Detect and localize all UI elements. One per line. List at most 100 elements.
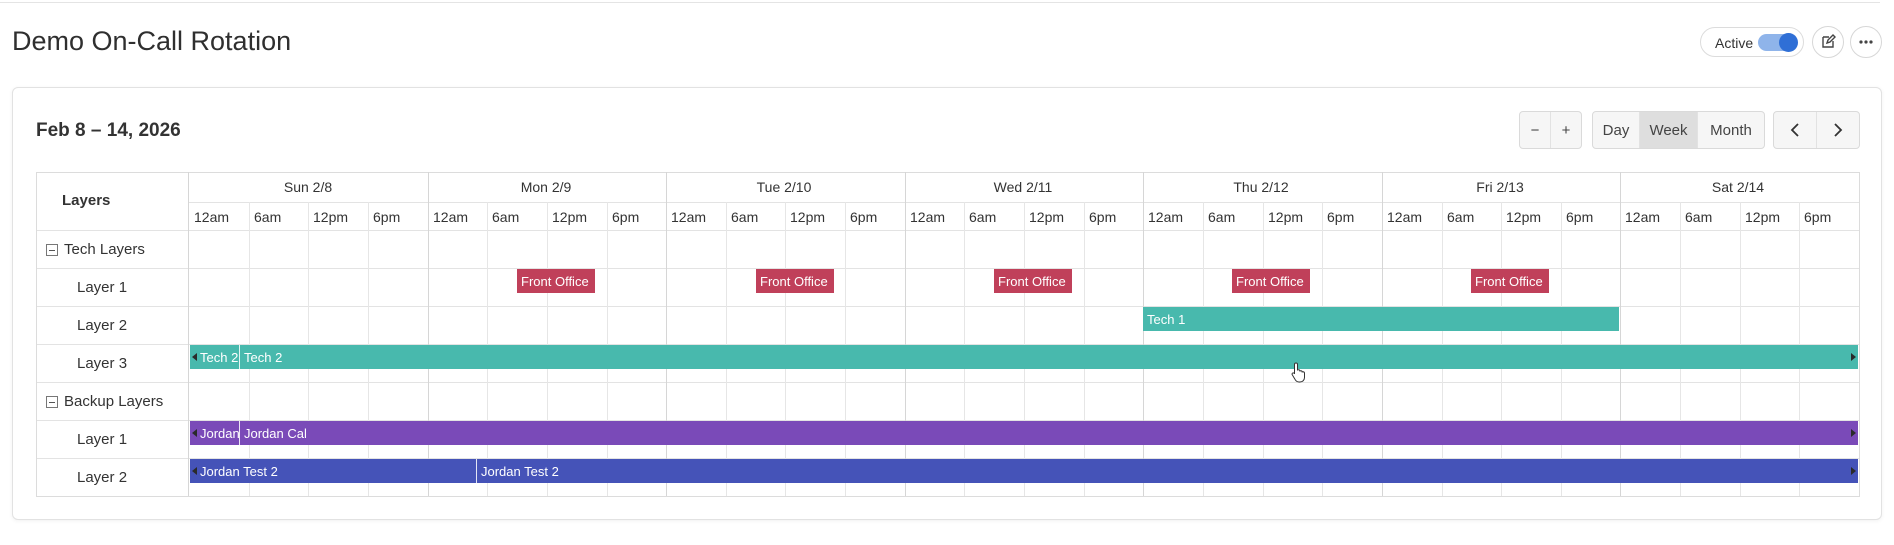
event-jordan-test-bar[interactable]: Jordan Test 2 Jordan Test 2 (190, 459, 1858, 483)
event-front-office[interactable]: Front Office (517, 269, 595, 293)
time-slot-label: 12am (1625, 209, 1661, 225)
event-tech-2-bar[interactable]: Tech 2 Tech 2 (190, 345, 1858, 369)
time-slot-label: 6pm (1327, 209, 1355, 225)
arrow-left-icon (192, 353, 197, 361)
arrow-right-icon (1851, 353, 1856, 361)
day-column-line (666, 172, 667, 496)
grid-row-line (37, 382, 1859, 383)
event-front-office[interactable]: Front Office (1232, 269, 1310, 293)
top-divider (0, 2, 1880, 3)
zoom-out-button[interactable]: − (1520, 112, 1551, 148)
active-label: Active (1715, 35, 1754, 51)
chevron-left-icon (1790, 123, 1799, 137)
zoom-in-button[interactable]: + (1551, 112, 1581, 148)
collapse-icon (46, 243, 58, 256)
grid-row-line (37, 268, 1859, 269)
time-slot-label: 12am (671, 209, 707, 225)
date-range-label: Feb 8 – 14, 2026 (36, 120, 181, 141)
event-jordan-cal-segment[interactable]: Jordan Cal (190, 421, 239, 445)
more-options-button[interactable] (1850, 26, 1882, 58)
day-header: Sun 2/8 (283, 179, 333, 195)
time-slot-label: 12am (433, 209, 469, 225)
grid-row-line (37, 230, 1859, 231)
time-slot-label: 12pm (1745, 209, 1781, 225)
group-toggle-backup-layers[interactable]: Backup Layers (46, 393, 163, 410)
collapse-icon (46, 395, 58, 408)
active-toggle-container[interactable]: Active (1700, 27, 1804, 57)
time-slot-label: 6pm (850, 209, 878, 225)
day-column-line (1620, 172, 1621, 496)
layers-column-header: Layers (62, 192, 111, 209)
group-toggle-tech-layers[interactable]: Tech Layers (46, 241, 145, 258)
row-label-tech-layer-2: Layer 2 (77, 317, 128, 334)
event-front-office[interactable]: Front Office (994, 269, 1072, 293)
view-day-button[interactable]: Day (1593, 112, 1640, 148)
time-slot-label: 12am (194, 209, 230, 225)
time-slot-label: 12pm (1506, 209, 1542, 225)
time-slot-label: 6pm (1089, 209, 1117, 225)
event-tech-2-segment[interactable]: Tech 2 (239, 345, 1858, 369)
row-label-tech-layer-3: Layer 3 (77, 355, 128, 372)
time-slot-label: 12pm (552, 209, 588, 225)
day-header: Wed 2/11 (993, 179, 1053, 195)
time-slot-label: 6am (1208, 209, 1236, 225)
event-jordan-test-segment[interactable]: Jordan Test 2 (190, 459, 476, 483)
arrow-right-icon (1851, 467, 1856, 475)
day-column-line (1143, 172, 1144, 496)
day-column-line (905, 172, 906, 496)
toggle-knob (1779, 33, 1798, 52)
edit-icon (1822, 34, 1836, 48)
time-slot-label: 12am (1148, 209, 1184, 225)
day-column-line (428, 172, 429, 496)
time-slot-label: 6am (969, 209, 997, 225)
hand-cursor-icon (1291, 362, 1305, 383)
active-toggle[interactable] (1758, 33, 1798, 52)
layers-column-divider (188, 172, 189, 496)
row-label-backup-layer-2: Layer 2 (77, 469, 128, 486)
day-header: Thu 2/12 (1233, 179, 1289, 195)
event-front-office[interactable]: Front Office (756, 269, 834, 293)
time-slot-label: 6am (1685, 209, 1713, 225)
event-tech-2-segment[interactable]: Tech 2 (190, 345, 239, 369)
time-slot-label: 12pm (313, 209, 349, 225)
arrow-left-icon (192, 429, 197, 437)
time-slot-label: 6am (731, 209, 759, 225)
arrow-left-icon (192, 467, 197, 475)
row-label-tech-layer-1: Layer 1 (77, 279, 128, 296)
group-label: Backup Layers (64, 393, 164, 410)
time-slot-label: 12am (910, 209, 946, 225)
event-jordan-cal-bar[interactable]: Jordan Cal Jordan Cal (190, 421, 1858, 445)
nav-controls (1773, 111, 1860, 149)
time-slot-label: 6pm (373, 209, 401, 225)
event-jordan-cal-segment[interactable]: Jordan Cal (239, 421, 1858, 445)
next-button[interactable] (1817, 112, 1859, 148)
time-slot-label: 12am (1387, 209, 1423, 225)
time-slot-label: 12pm (790, 209, 826, 225)
view-month-button[interactable]: Month (1698, 112, 1764, 148)
time-slot-label: 12pm (1268, 209, 1304, 225)
event-jordan-test-segment[interactable]: Jordan Test 2 (476, 459, 1858, 483)
time-slot-label: 6pm (612, 209, 640, 225)
event-front-office[interactable]: Front Office (1471, 269, 1549, 293)
row-label-backup-layer-1: Layer 1 (77, 431, 128, 448)
day-column-line (1382, 172, 1383, 496)
time-slot-label: 6pm (1804, 209, 1832, 225)
day-header: Sat 2/14 (1711, 179, 1765, 195)
day-header: Fri 2/13 (1476, 179, 1524, 195)
page-title: Demo On-Call Rotation (12, 26, 292, 56)
time-slot-label: 6am (254, 209, 282, 225)
day-header: Tue 2/10 (756, 179, 812, 195)
event-tech-1[interactable]: Tech 1 (1143, 307, 1619, 331)
chevron-right-icon (1834, 123, 1843, 137)
time-slot-label: 6am (1447, 209, 1475, 225)
view-switcher: Day Week Month (1592, 111, 1765, 149)
time-slot-label: 6am (492, 209, 520, 225)
view-week-button[interactable]: Week (1640, 112, 1698, 148)
day-header: Mon 2/9 (520, 179, 572, 195)
arrow-right-icon (1851, 429, 1856, 437)
edit-button[interactable] (1812, 26, 1844, 58)
group-label: Tech Layers (64, 241, 145, 258)
time-slot-label: 6pm (1566, 209, 1594, 225)
zoom-controls: − + (1519, 111, 1582, 149)
prev-button[interactable] (1774, 112, 1817, 148)
